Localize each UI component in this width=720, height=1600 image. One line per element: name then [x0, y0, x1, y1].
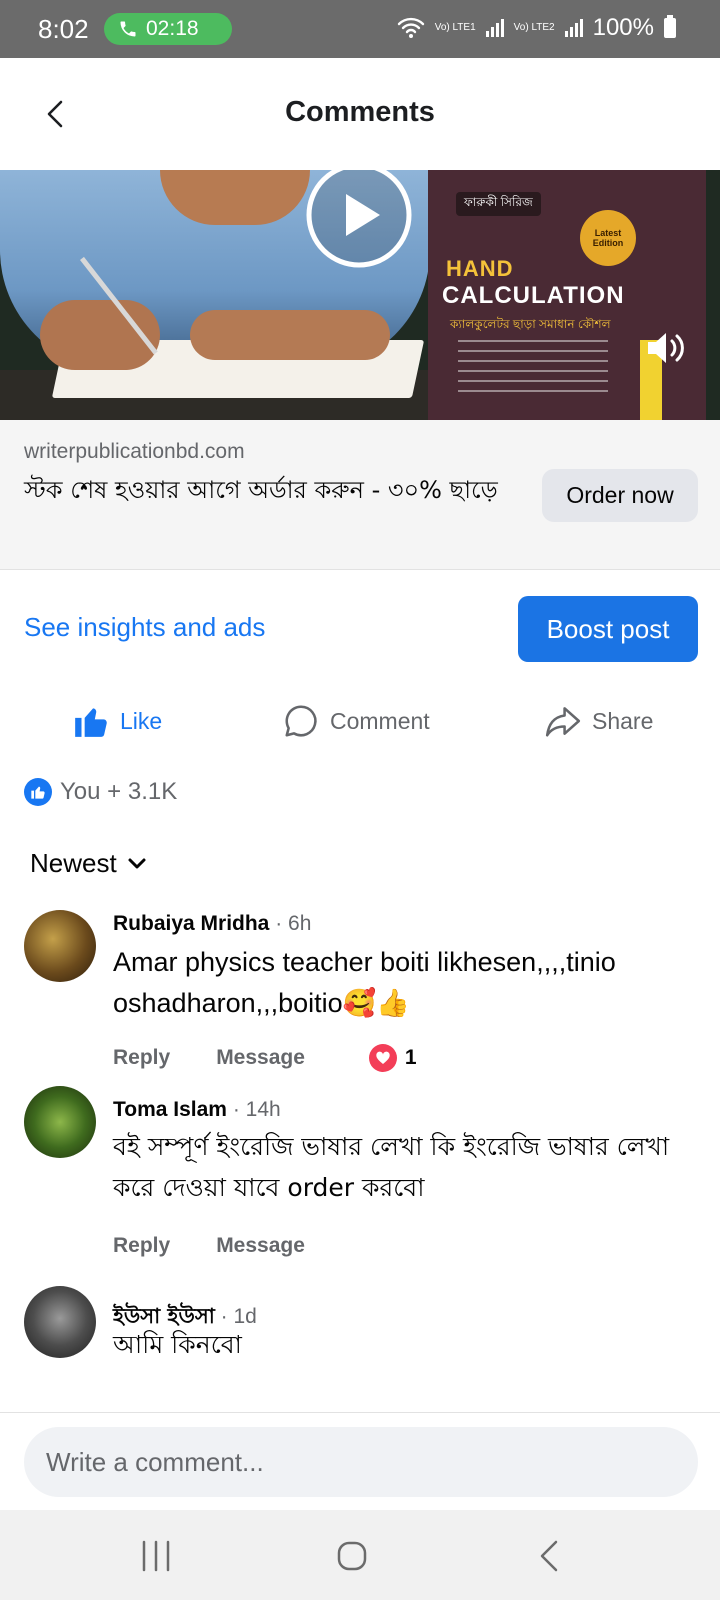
comment-author[interactable]: Toma Islam [113, 1098, 227, 1121]
book-cover: ফারুকী সিরিজ Latest Edition HAND CALCULA… [428, 170, 706, 420]
ad-info: writerpublicationbd.com স্টক শেষ হওয়ার … [0, 420, 720, 570]
call-indicator[interactable]: 02:18 [104, 13, 232, 45]
ad-domain[interactable]: writerpublicationbd.com [24, 440, 245, 464]
comment-composer [0, 1412, 720, 1510]
phone-icon [120, 21, 136, 37]
avatar[interactable] [24, 1286, 96, 1358]
like-reaction-icon [24, 778, 52, 806]
signal-icon-2 [564, 19, 583, 37]
post-actions: Like Comment Share [0, 690, 720, 752]
book-edition-badge: Latest Edition [580, 210, 636, 266]
share-arrow-icon [545, 707, 581, 737]
share-label: Share [592, 707, 654, 734]
comment-time: · 14h [232, 1098, 281, 1121]
comment-actions: Reply Message [113, 1234, 305, 1258]
battery-icon [664, 15, 676, 38]
comment-button[interactable]: Comment [282, 690, 720, 752]
message-button[interactable]: Message [216, 1234, 305, 1258]
call-timer: 02:18 [146, 17, 199, 40]
right-hand [190, 310, 390, 360]
book-subtitle: ক্যালকুলেটর ছাড়া সমাধান কৌশল [450, 317, 611, 331]
comment-text: বই সম্পূর্ণ ইংরেজি ভাষার লেখা কি ইংরেজি … [113, 1132, 670, 1202]
ad-headline: স্টক শেষ হওয়ার আগে অর্ডার করুন - ৩০% ছা… [24, 476, 498, 504]
thumbs-up-icon [75, 708, 107, 737]
comment-reactions[interactable]: 1 [368, 1044, 417, 1072]
boost-post-button[interactable]: Boost post [518, 596, 698, 662]
battery-percent: 100% [592, 14, 654, 41]
video-thumbnail[interactable]: ফারুকী সিরিজ Latest Edition HAND CALCULA… [0, 170, 720, 420]
comment-header: Toma Islam · 14h [113, 1098, 281, 1122]
see-insights-link[interactable]: See insights and ads [24, 612, 265, 643]
comment-text: আমি কিনবো [113, 1330, 242, 1359]
love-reaction-icon [368, 1044, 397, 1072]
home-icon[interactable] [322, 1534, 382, 1578]
comment-text: Amar physics teacher boiti likhesen,,,,t… [113, 947, 616, 1018]
book-title-2: CALCULATION [442, 282, 625, 309]
back-nav-icon[interactable] [520, 1534, 580, 1578]
system-nav-bar [0, 1510, 720, 1600]
status-bar: 8:02 02:18 Vo) LTE1 Vo) LTE2 100% [0, 0, 720, 58]
header: Comments [0, 58, 720, 170]
comment-label: Comment [330, 707, 430, 734]
message-button[interactable]: Message [216, 1046, 305, 1070]
reply-button[interactable]: Reply [113, 1234, 170, 1258]
book-title-1: HAND [446, 256, 514, 281]
comment-actions: Reply Message 1 [113, 1044, 417, 1072]
like-button[interactable]: Like [72, 690, 162, 752]
volume-icon[interactable] [644, 328, 688, 368]
comment-author[interactable]: Rubaiya Mridha [113, 912, 269, 935]
comment-header: Rubaiya Mridha · 6h [113, 912, 311, 936]
play-icon[interactable] [304, 170, 414, 270]
wifi-icon [397, 17, 424, 38]
book-text-lines [458, 340, 608, 400]
network-label-1: Vo) LTE1 [434, 22, 476, 33]
reaction-count: 1 [404, 1046, 417, 1069]
chevron-down-icon [128, 858, 146, 868]
share-button[interactable]: Share [544, 690, 653, 752]
status-time: 8:02 [38, 14, 89, 44]
sort-dropdown[interactable]: Newest [30, 848, 147, 879]
reply-button[interactable]: Reply [113, 1046, 170, 1070]
book-series: ফারুকী সিরিজ [456, 192, 541, 216]
page-title: Comments [285, 96, 435, 128]
reactions-count: You + 3.1K [60, 778, 178, 805]
avatar[interactable] [24, 1086, 96, 1158]
avatar[interactable] [24, 910, 96, 982]
network-label-2: Vo) LTE2 [513, 22, 555, 33]
comment-bubble-icon [285, 705, 317, 737]
like-label: Like [120, 707, 163, 734]
order-now-button[interactable]: Order now [542, 469, 698, 522]
sort-label: Newest [30, 848, 117, 878]
recent-apps-icon[interactable] [126, 1534, 186, 1578]
status-icons: Vo) LTE1 Vo) LTE2 100% [397, 14, 676, 42]
write-comment-input[interactable] [24, 1427, 698, 1497]
comment-time: · 6h [275, 912, 312, 935]
reactions-summary[interactable]: You + 3.1K [24, 778, 177, 806]
signal-icon [485, 19, 504, 37]
